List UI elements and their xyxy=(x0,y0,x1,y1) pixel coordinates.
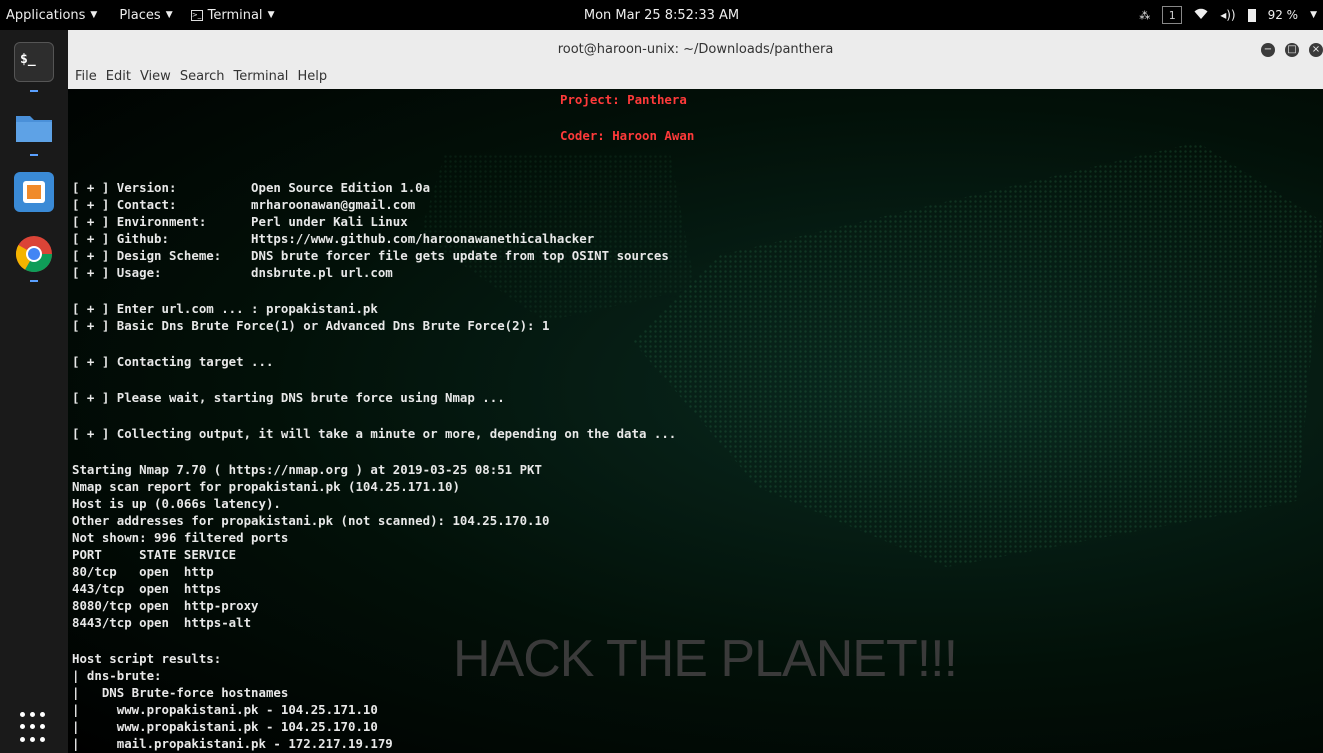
status-line: [ + ] Please wait, starting DNS brute fo… xyxy=(72,390,505,405)
places-menu[interactable]: Places ▼ xyxy=(119,8,172,23)
minimize-icon[interactable]: − xyxy=(1261,43,1275,57)
script-line: | www.propakistani.pk - 104.25.171.10 xyxy=(72,702,378,717)
close-icon[interactable]: × xyxy=(1309,43,1323,57)
script-line: | mail.propakistani.pk - 172.217.19.179 xyxy=(72,736,393,751)
workspace-indicator[interactable]: 1 xyxy=(1162,6,1183,24)
nmap-line: 8443/tcp open https-alt xyxy=(72,615,252,630)
nmap-line: PORT STATE SERVICE xyxy=(72,547,237,562)
prompt-line: [ + ] Enter url.com ... : propakistani.p… xyxy=(72,301,378,316)
coder-line: Coder: Haroon Awan xyxy=(560,128,695,143)
info-line: [ + ] Usage: dnsbrute.pl url.com xyxy=(72,265,393,280)
files-launcher-icon[interactable] xyxy=(14,108,54,148)
clock[interactable]: Mon Mar 25 8:52:33 AM xyxy=(584,8,739,23)
window-title: root@haroon-unix: ~/Downloads/panthera xyxy=(557,42,834,57)
chevron-down-icon: ▼ xyxy=(165,10,173,20)
chevron-down-icon: ▼ xyxy=(90,10,98,20)
wifi-icon[interactable] xyxy=(1194,8,1208,23)
nmap-line: Nmap scan report for propakistani.pk (10… xyxy=(72,479,460,494)
terminal-window: root@haroon-unix: ~/Downloads/panthera −… xyxy=(68,30,1323,753)
dock: $_ xyxy=(0,30,68,753)
prompt-line: [ + ] Basic Dns Brute Force(1) or Advanc… xyxy=(72,318,550,333)
top-panel: Applications ▼ Places ▼ >_ Terminal ▼ Mo… xyxy=(0,0,1323,30)
nmap-line: Other addresses for propakistani.pk (not… xyxy=(72,513,550,528)
chevron-down-icon: ▼ xyxy=(267,10,275,20)
info-line: [ + ] Version: Open Source Edition 1.0a xyxy=(72,180,431,195)
menu-view[interactable]: View xyxy=(140,69,171,84)
battery-icon[interactable] xyxy=(1247,8,1256,22)
nmap-line: Host is up (0.066s latency). xyxy=(72,496,281,511)
info-line: [ + ] Contact: mrharoonawan@gmail.com xyxy=(72,197,416,212)
status-line: [ + ] Collecting output, it will take a … xyxy=(72,426,677,441)
menu-search[interactable]: Search xyxy=(180,69,225,84)
menu-help[interactable]: Help xyxy=(297,69,327,84)
window-controls: − □ × xyxy=(1261,43,1323,57)
show-applications-icon[interactable] xyxy=(14,704,54,744)
status-line: [ + ] Contacting target ... xyxy=(72,354,274,369)
virtualbox-launcher-icon[interactable] xyxy=(14,172,54,212)
terminal-app-label: Terminal xyxy=(207,7,263,23)
volume-icon[interactable]: ◂)) xyxy=(1220,8,1235,22)
running-indicator xyxy=(30,154,38,156)
applications-label: Applications xyxy=(6,7,86,23)
script-line: Host script results: xyxy=(72,651,222,666)
info-line: [ + ] Design Scheme: DNS brute forcer fi… xyxy=(72,248,669,263)
window-titlebar[interactable]: root@haroon-unix: ~/Downloads/panthera −… xyxy=(68,30,1323,89)
nmap-line: 80/tcp open http xyxy=(72,564,214,579)
menu-edit[interactable]: Edit xyxy=(106,69,131,84)
applications-menu[interactable]: Applications ▼ xyxy=(6,8,97,23)
terminal-launcher-icon[interactable]: $_ xyxy=(14,42,54,82)
nmap-line: 443/tcp open https xyxy=(72,581,222,596)
nmap-line: Not shown: 996 filtered ports xyxy=(72,530,289,545)
terminal-output[interactable]: HACK THE PLANET!!! Project: Panthera Cod… xyxy=(68,89,1323,753)
battery-percent: 92 % xyxy=(1267,8,1299,22)
places-label: Places xyxy=(119,7,161,23)
maximize-icon[interactable]: □ xyxy=(1285,43,1299,57)
project-line: Project: Panthera xyxy=(560,92,687,107)
script-line: | DNS Brute-force hostnames xyxy=(72,685,289,700)
nmap-line: 8080/tcp open http-proxy xyxy=(72,598,259,613)
running-indicator xyxy=(30,280,38,282)
input-method-icon[interactable]: ⁂ xyxy=(1139,9,1150,22)
wallpaper-slogan: HACK THE PLANET!!! xyxy=(453,630,958,688)
chevron-down-icon[interactable]: ▼ xyxy=(1310,10,1317,20)
info-line: [ + ] Environment: Perl under Kali Linux xyxy=(72,214,408,229)
nmap-line: Starting Nmap 7.70 ( https://nmap.org ) … xyxy=(72,462,542,477)
running-indicator xyxy=(30,90,38,92)
menu-terminal[interactable]: Terminal xyxy=(233,69,288,84)
menu-file[interactable]: File xyxy=(75,69,97,84)
script-line: | www.propakistani.pk - 104.25.170.10 xyxy=(72,719,378,734)
menu-bar: File Edit View Search Terminal Help xyxy=(75,69,327,84)
info-line: [ + ] Github: Https://www.github.com/har… xyxy=(72,231,595,246)
chrome-launcher-icon[interactable] xyxy=(14,234,54,274)
terminal-app-menu[interactable]: >_ Terminal ▼ xyxy=(190,7,275,23)
system-tray: ⁂ 1 ◂)) 92 % ▼ xyxy=(1139,0,1317,30)
terminal-app-icon: >_ xyxy=(190,9,203,21)
script-line: | dns-brute: xyxy=(72,668,162,683)
